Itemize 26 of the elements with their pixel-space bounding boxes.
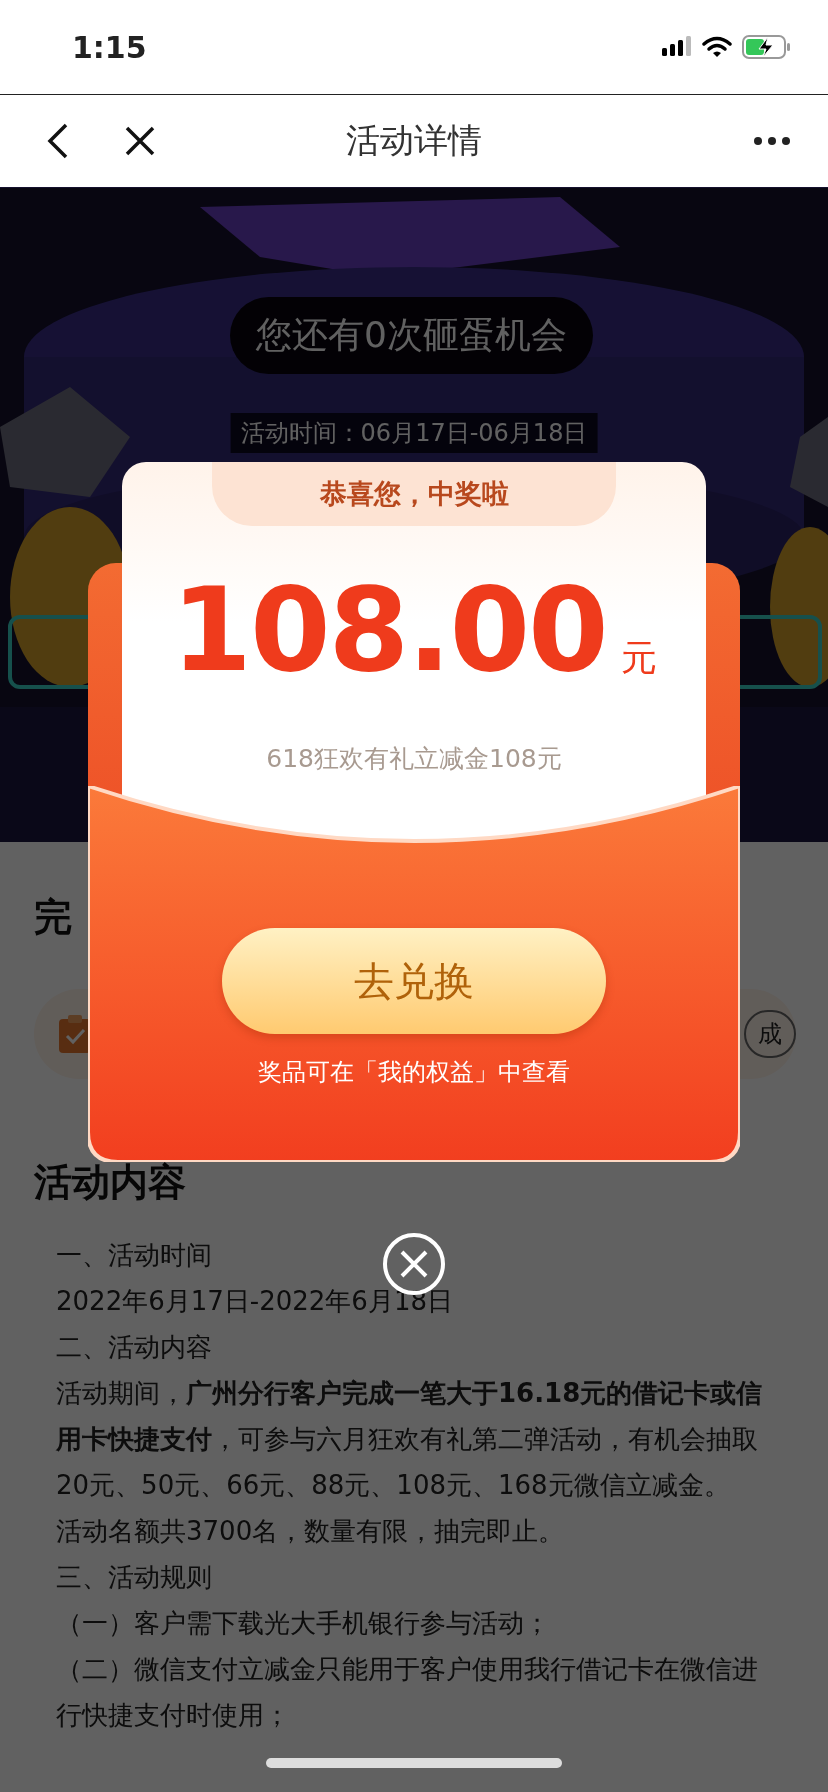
paragraph: （一）客户需下载光大手机银行参与活动；	[56, 1607, 550, 1640]
battery-charging-icon	[742, 35, 792, 59]
prize-amount: 108.00	[171, 562, 607, 697]
prize-description: 618狂欢有礼立减金108元	[266, 743, 562, 775]
task-status-button[interactable]: 成	[744, 1010, 796, 1058]
redeem-button[interactable]: 去兑换	[222, 928, 606, 1034]
signal-icon	[662, 36, 692, 58]
activity-time: 活动时间：06月17日-06月18日	[230, 413, 598, 453]
paragraph: 二、活动内容	[56, 1331, 212, 1364]
wifi-icon	[702, 36, 732, 58]
chances-label: 您还有0次砸蛋机会	[230, 297, 593, 374]
back-icon[interactable]	[46, 123, 70, 159]
page-title: 活动详情	[346, 119, 482, 162]
dialog-title: 恭喜您，中奖啦	[319, 477, 509, 511]
status-time: 1:15	[72, 29, 147, 65]
paragraph: 活动名额共3700名，数量有限，抽完即止。	[56, 1515, 565, 1548]
section-heading: 活动内容	[34, 1159, 186, 1206]
paragraph: 三、活动规则	[56, 1561, 212, 1594]
paragraph: （二）微信支付立减金只能用于客户使用我行借记卡在微信进行快捷支付时使用；	[56, 1653, 759, 1732]
close-icon[interactable]	[124, 125, 156, 157]
section-heading: 完	[34, 894, 72, 941]
currency-unit: 元	[620, 636, 657, 680]
paragraph: 一、活动时间	[56, 1239, 212, 1272]
prize-note: 奖品可在「我的权益」中查看	[258, 1057, 570, 1088]
more-icon[interactable]	[754, 137, 790, 145]
paragraph: 活动期间，广州分行客户完成一笔大于16.18元的借记卡或信用卡快捷支付，可参与六月狂欢有礼第二弹活动，有机会抽取20元、50元、66元、88元、108元、168元微信立减金。	[56, 1377, 764, 1502]
